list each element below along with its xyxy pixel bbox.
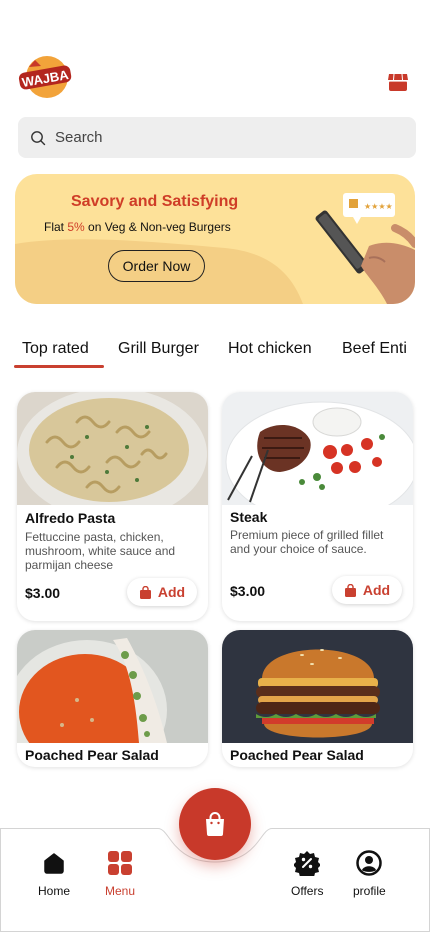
nav-profile[interactable]: profile (353, 850, 386, 898)
food-image-pasta (17, 392, 208, 505)
item-price: $3.00 (25, 585, 61, 601)
menu-card-burger[interactable]: Poached Pear Salad (222, 630, 413, 767)
add-label: Add (362, 582, 391, 598)
banner-percent: 5% (67, 220, 85, 234)
user-icon (356, 850, 383, 876)
nav-label: profile (353, 884, 386, 898)
banner-subtitle: Flat 5% on Veg & Non-veg Burgers (44, 220, 231, 234)
banner-title: Savory and Satisfying (71, 193, 239, 210)
tab-beef-entree[interactable]: Beef Enti (342, 340, 407, 358)
nav-menu[interactable]: Menu (105, 850, 135, 898)
promo-banner[interactable]: Savory and Satisfying Flat 5% on Veg & N… (15, 174, 415, 304)
search-icon (31, 130, 46, 145)
item-name: Poached Pear Salad (25, 747, 159, 763)
food-image-burger (222, 630, 413, 743)
nav-label: Menu (105, 884, 136, 898)
add-label: Add (157, 584, 186, 600)
menu-card-steak[interactable]: Steak Premium piece of grilled fillet an… (222, 392, 413, 621)
search-bar[interactable] (18, 117, 416, 158)
order-now-button[interactable]: Order Now (108, 250, 205, 282)
item-name: Alfredo Pasta (25, 510, 116, 526)
bag-icon (139, 585, 151, 599)
food-image-salad (17, 630, 208, 743)
item-price: $3.00 (230, 583, 266, 599)
nav-home[interactable]: Home (38, 850, 70, 898)
add-to-cart-button[interactable]: Add (127, 578, 197, 606)
home-icon (44, 853, 64, 874)
item-description: Fettuccine pasta, chicken, mushroom, whi… (25, 530, 176, 572)
grid-icon (108, 851, 133, 875)
tab-top-rated[interactable]: Top rated (22, 340, 89, 358)
item-description: Premium piece of grilled fillet and your… (230, 528, 384, 556)
item-name: Poached Pear Salad (230, 747, 364, 763)
tab-hot-chicken[interactable]: Hot chicken (228, 340, 312, 358)
nav-label: Offers (291, 884, 324, 898)
menu-card-alfredo-pasta[interactable]: Alfredo Pasta Fettuccine pasta, chicken,… (17, 392, 208, 621)
add-to-cart-button[interactable]: Add (332, 576, 402, 604)
food-image-steak (222, 392, 413, 505)
discount-icon (294, 851, 321, 876)
nav-label: Home (38, 884, 71, 898)
shopping-bag-icon (206, 812, 224, 836)
bag-icon (344, 583, 356, 597)
store-icon[interactable] (386, 70, 410, 94)
tab-grill-burger[interactable]: Grill Burger (118, 340, 199, 358)
nav-offers[interactable]: Offers (291, 850, 323, 898)
search-input[interactable] (55, 129, 385, 146)
item-name: Steak (230, 509, 268, 525)
phone-rating-illustration: ★★★★ (315, 193, 415, 304)
active-tab-indicator (14, 365, 104, 368)
brand-logo: WAJBA (17, 53, 73, 101)
category-tabs: Top rated Grill Burger Hot chicken Beef … (0, 336, 430, 370)
rating-stars: ★★★★ (364, 202, 393, 211)
menu-card-poached-pear-salad[interactable]: Poached Pear Salad (17, 630, 208, 767)
cart-button[interactable] (179, 788, 251, 860)
